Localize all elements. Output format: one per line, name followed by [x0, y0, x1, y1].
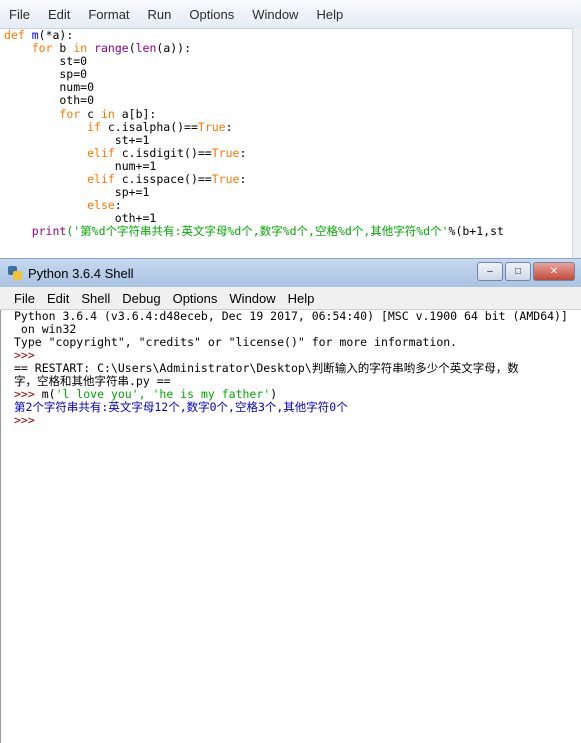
- code-line: print('第%d个字符串共有:英文字母%d个,数字%d个,空格%d个,其他字…: [4, 225, 571, 238]
- shell-line: 第2个字符串共有:英文字母12个,数字0个,空格3个,其他字符0个: [14, 401, 576, 414]
- menu-edit[interactable]: Edit: [39, 7, 79, 22]
- close-button[interactable]: ✕: [533, 262, 575, 281]
- code-token: 字，空格和其他字符串.py ==: [14, 374, 171, 388]
- code-token: a[b]:: [114, 106, 157, 121]
- code-token: def: [4, 28, 32, 42]
- code-token: %(b+1,st: [448, 224, 504, 239]
- code-token: >>>: [14, 413, 42, 427]
- code-token: :: [239, 172, 247, 187]
- code-token: oth+=1: [4, 211, 157, 226]
- code-token: else: [87, 198, 115, 213]
- code-token: == RESTART: C:\Users\Administrator\Deskt…: [14, 361, 519, 375]
- code-token: in: [100, 106, 115, 121]
- editor-window: File Edit Format Run Options Window Help…: [0, 0, 581, 258]
- code-token: :: [225, 119, 233, 134]
- code-token: num+=1: [4, 158, 157, 173]
- code-token: (*a):: [38, 28, 74, 42]
- shell-menubar: File Edit Shell Debug Options Window Hel…: [0, 287, 581, 310]
- shell-menu-help[interactable]: Help: [282, 291, 321, 306]
- shell-line: Python 3.6.4 (v3.6.4:d48eceb, Dec 19 201…: [14, 310, 576, 323]
- code-token: m: [31, 28, 39, 42]
- code-token: for: [59, 106, 81, 121]
- code-token: True: [197, 119, 226, 134]
- editor-scrollbar[interactable]: [572, 28, 581, 258]
- shell-menu-debug[interactable]: Debug: [116, 291, 166, 306]
- menu-run[interactable]: Run: [139, 7, 181, 22]
- code-token: num=0: [4, 80, 95, 95]
- code-token: ): [270, 387, 278, 401]
- editor-menubar: File Edit Format Run Options Window Help: [0, 0, 581, 29]
- menu-format[interactable]: Format: [79, 7, 138, 22]
- code-token: in: [73, 41, 88, 56]
- code-token: :: [114, 198, 122, 213]
- python-icon: [8, 266, 22, 280]
- code-token: ('第%d个字符串共有:英文字母%d个,数字%d个,空格%d个,其他字符%d个': [66, 224, 449, 239]
- window-title: Python 3.6.4 Shell: [28, 265, 134, 281]
- shell-menu-window[interactable]: Window: [223, 291, 281, 306]
- code-token: c: [80, 106, 101, 121]
- code-token: b: [52, 41, 74, 56]
- code-token: True: [211, 172, 240, 187]
- shell-line: Type "copyright", "credits" or "license(…: [14, 336, 576, 349]
- shell-menu-file[interactable]: File: [0, 291, 41, 306]
- code-token: if: [87, 119, 101, 134]
- code-token: :: [239, 145, 247, 160]
- code-token: for: [31, 41, 53, 56]
- shell-menu-edit[interactable]: Edit: [41, 291, 75, 306]
- menu-window[interactable]: Window: [243, 7, 307, 22]
- code-line: for b in range(len(a)):: [4, 42, 571, 55]
- code-line: st=0: [4, 55, 571, 68]
- code-token: (: [128, 41, 136, 56]
- code-token: st+=1: [4, 132, 150, 147]
- code-token: >>>: [14, 348, 42, 362]
- shell-titlebar[interactable]: Python 3.6.4 Shell – □ ✕: [0, 258, 581, 287]
- shell-menu-shell[interactable]: Shell: [75, 291, 116, 306]
- code-token: elif: [87, 145, 115, 160]
- shell-text-area[interactable]: Python 3.6.4 (v3.6.4:d48eceb, Dec 19 201…: [0, 310, 581, 743]
- code-token: elif: [87, 172, 115, 187]
- code-token: 第2个字符串共有:英文字母12个,数字0个,空格3个,其他字符0个: [14, 400, 348, 414]
- code-token: print: [31, 224, 67, 239]
- code-token: st=0: [4, 54, 88, 69]
- code-token: oth=0: [4, 93, 95, 108]
- code-token: 'l love you', 'he is my father': [55, 387, 271, 401]
- code-token: c.isspace()==: [114, 172, 212, 187]
- code-token: True: [211, 145, 240, 160]
- menu-options[interactable]: Options: [180, 7, 243, 22]
- code-editor[interactable]: def m(*a): for b in range(len(a)): st=0 …: [4, 28, 571, 239]
- code-token: (a)):: [156, 41, 192, 56]
- shell-window: Python 3.6.4 Shell – □ ✕ File Edit Shell…: [0, 258, 581, 743]
- shell-line: >>>: [14, 414, 576, 427]
- maximize-button[interactable]: □: [505, 262, 531, 281]
- code-token: sp+=1: [4, 185, 150, 200]
- code-token: on win32: [14, 322, 77, 336]
- code-token: Type "copyright", "credits" or "license(…: [14, 335, 458, 349]
- shell-menu-options[interactable]: Options: [167, 291, 224, 306]
- menu-file[interactable]: File: [0, 7, 39, 22]
- menu-help[interactable]: Help: [307, 7, 352, 22]
- shell-output[interactable]: Python 3.6.4 (v3.6.4:d48eceb, Dec 19 201…: [14, 310, 576, 427]
- code-token: c.isdigit()==: [114, 145, 212, 160]
- code-token: range: [94, 41, 129, 56]
- code-token: len: [135, 41, 157, 56]
- code-token: >>>: [14, 387, 42, 401]
- code-token: c.isalpha()==: [100, 119, 198, 134]
- code-token: m(: [41, 387, 56, 401]
- minimize-button[interactable]: –: [477, 262, 503, 281]
- code-token: Python 3.6.4 (v3.6.4:d48eceb, Dec 19 201…: [14, 309, 568, 323]
- code-token: sp=0: [4, 67, 88, 82]
